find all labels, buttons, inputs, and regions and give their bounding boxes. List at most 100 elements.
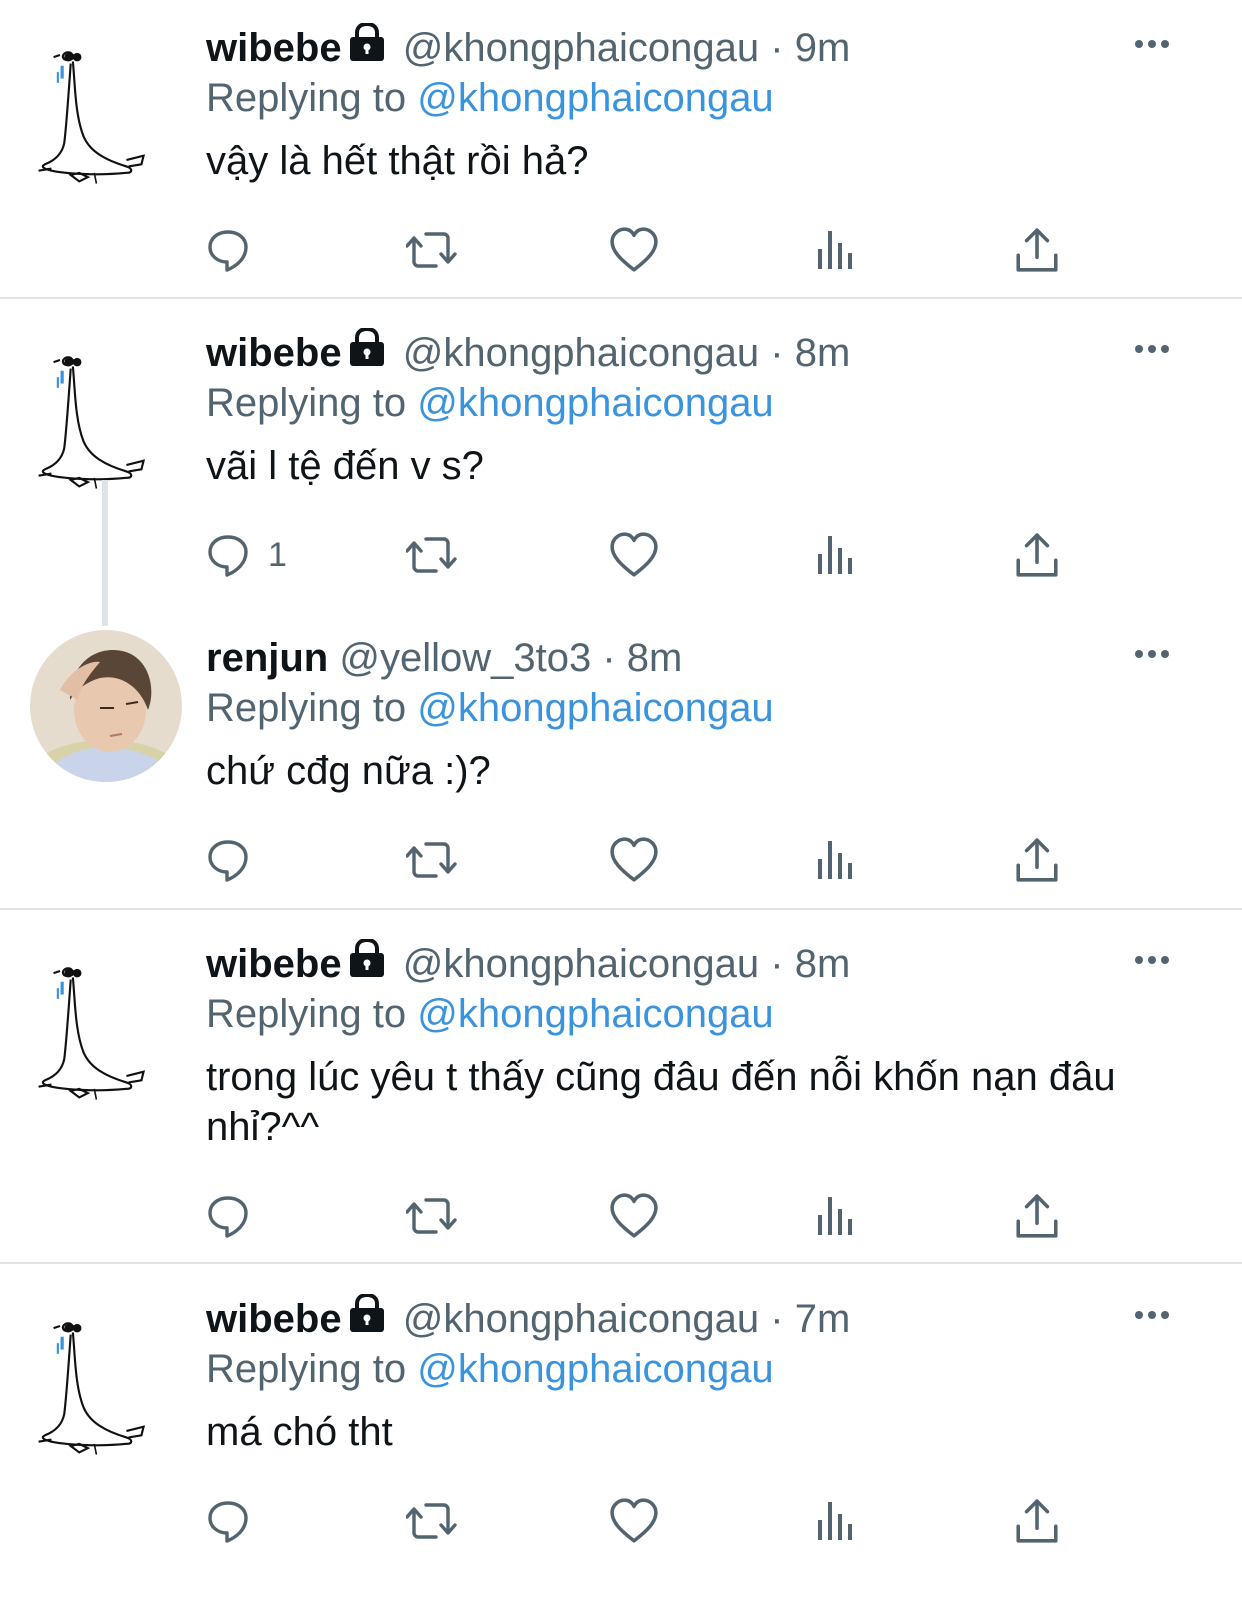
share-button[interactable]: [1014, 527, 1060, 583]
tweet-text: vậy là hết thật rồi hả?: [206, 139, 589, 183]
more-options-button[interactable]: [1130, 938, 1174, 982]
display-name[interactable]: wibebe: [206, 331, 342, 375]
retweet-button[interactable]: [406, 832, 458, 888]
replying-to: Replying to @khongphaicongau: [206, 988, 774, 1040]
tweet-text: vãi l tệ đến v s?: [206, 444, 484, 488]
user-handle[interactable]: @khongphaicongau: [403, 942, 759, 986]
lock-icon: [347, 328, 386, 368]
tweet-text: chứ cđg nữa :)?: [206, 749, 491, 793]
replying-to-label: Replying to: [206, 686, 418, 730]
mention-link[interactable]: @khongphaicongau: [417, 76, 773, 120]
tweet-text: trong lúc yêu t thấy cũng đâu đến nỗi kh…: [206, 1055, 1116, 1149]
lock-icon: [347, 939, 386, 979]
reply-icon: [208, 1501, 248, 1543]
user-handle[interactable]: @khongphaicongau: [403, 26, 759, 70]
replying-to-label: Replying to: [206, 381, 418, 425]
tweet-actions: 1: [206, 527, 1106, 583]
mention-link[interactable]: @khongphaicongau: [417, 686, 773, 730]
tweet[interactable]: wibebe @khongphaicongau · 7m Replying to…: [0, 1271, 1242, 1605]
analytics-button[interactable]: [814, 1493, 858, 1549]
like-button[interactable]: [610, 527, 658, 583]
reply-button[interactable]: [206, 222, 268, 278]
reply-count: 1: [268, 535, 287, 574]
display-name[interactable]: wibebe: [206, 26, 342, 70]
tweet-header: wibebe @khongphaicongau · 9m: [206, 22, 850, 74]
retweet-button[interactable]: [406, 527, 458, 583]
like-button[interactable]: [610, 1493, 658, 1549]
user-handle[interactable]: @khongphaicongau: [403, 1297, 759, 1341]
display-name[interactable]: renjun: [206, 636, 328, 680]
avatar[interactable]: [30, 630, 182, 782]
replying-to-label: Replying to: [206, 992, 418, 1036]
display-name[interactable]: wibebe: [206, 942, 342, 986]
separator-dot: ·: [770, 331, 784, 375]
lock-icon: [347, 23, 386, 63]
tweet[interactable]: wibebe @khongphaicongau · 8m Replying to…: [0, 916, 1242, 1262]
tweet-header: renjun @yellow_3to3 · 8m: [206, 632, 682, 684]
retweet-button[interactable]: [406, 1188, 458, 1244]
share-icon: [1016, 533, 1058, 577]
user-handle[interactable]: @khongphaicongau: [403, 331, 759, 375]
analytics-icon: [818, 1502, 852, 1540]
mention-link[interactable]: @khongphaicongau: [417, 381, 773, 425]
reply-button[interactable]: [206, 1188, 268, 1244]
timestamp[interactable]: 8m: [795, 331, 851, 375]
retweet-button[interactable]: [406, 222, 458, 278]
tweet[interactable]: renjun @yellow_3to3 · 8m Replying to @kh…: [0, 610, 1242, 910]
timestamp[interactable]: 8m: [795, 942, 851, 986]
avatar[interactable]: [30, 345, 180, 495]
display-name[interactable]: wibebe: [206, 1297, 342, 1341]
separator-dot: ·: [770, 1297, 784, 1341]
mention-link[interactable]: @khongphaicongau: [417, 992, 773, 1036]
timestamp[interactable]: 9m: [795, 26, 851, 70]
tweet-header: wibebe @khongphaicongau · 8m: [206, 938, 850, 990]
timestamp[interactable]: 8m: [627, 636, 683, 680]
more-options-button[interactable]: [1130, 327, 1174, 371]
tweet[interactable]: wibebe @khongphaicongau · 9m Replying to…: [0, 0, 1242, 298]
analytics-button[interactable]: [814, 1188, 858, 1244]
retweet-icon: [406, 842, 457, 878]
more-options-button[interactable]: [1130, 632, 1174, 676]
avatar[interactable]: [30, 956, 180, 1106]
mention-link[interactable]: @khongphaicongau: [417, 1347, 773, 1391]
retweet-button[interactable]: [406, 1493, 458, 1549]
share-button[interactable]: [1014, 1188, 1060, 1244]
share-button[interactable]: [1014, 832, 1060, 888]
reply-button[interactable]: [206, 832, 268, 888]
thread-connector: [102, 480, 108, 626]
replying-to-label: Replying to: [206, 1347, 418, 1391]
more-options-button[interactable]: [1130, 22, 1174, 66]
avatar[interactable]: [30, 40, 180, 190]
analytics-icon: [818, 231, 852, 269]
retweet-icon: [406, 1198, 457, 1234]
replying-to: Replying to @khongphaicongau: [206, 682, 774, 734]
more-options-button[interactable]: [1130, 1293, 1174, 1337]
reply-button[interactable]: [206, 1493, 268, 1549]
more-icon: [1135, 345, 1169, 353]
share-button[interactable]: [1014, 222, 1060, 278]
reply-icon: [208, 840, 248, 882]
more-icon: [1135, 1311, 1169, 1319]
tweet[interactable]: wibebe @khongphaicongau · 8m Replying to…: [0, 305, 1242, 605]
share-icon: [1016, 1499, 1058, 1543]
analytics-button[interactable]: [814, 527, 858, 583]
heart-icon: [610, 532, 658, 577]
share-button[interactable]: [1014, 1493, 1060, 1549]
analytics-button[interactable]: [814, 222, 858, 278]
avatar[interactable]: [30, 1311, 180, 1461]
divider: [0, 908, 1242, 910]
tweet-actions: [206, 1493, 1106, 1549]
like-button[interactable]: [610, 832, 658, 888]
reply-icon: [208, 535, 248, 577]
separator-dot: ·: [770, 942, 784, 986]
timestamp[interactable]: 7m: [795, 1297, 851, 1341]
analytics-button[interactable]: [814, 832, 858, 888]
like-button[interactable]: [610, 222, 658, 278]
replying-to: Replying to @khongphaicongau: [206, 72, 774, 124]
reply-button[interactable]: 1: [206, 527, 287, 583]
like-button[interactable]: [610, 1188, 658, 1244]
replying-to: Replying to @khongphaicongau: [206, 1343, 774, 1395]
tweet-header: wibebe @khongphaicongau · 7m: [206, 1293, 850, 1345]
user-handle[interactable]: @yellow_3to3: [339, 636, 591, 680]
heart-icon: [610, 1498, 658, 1543]
